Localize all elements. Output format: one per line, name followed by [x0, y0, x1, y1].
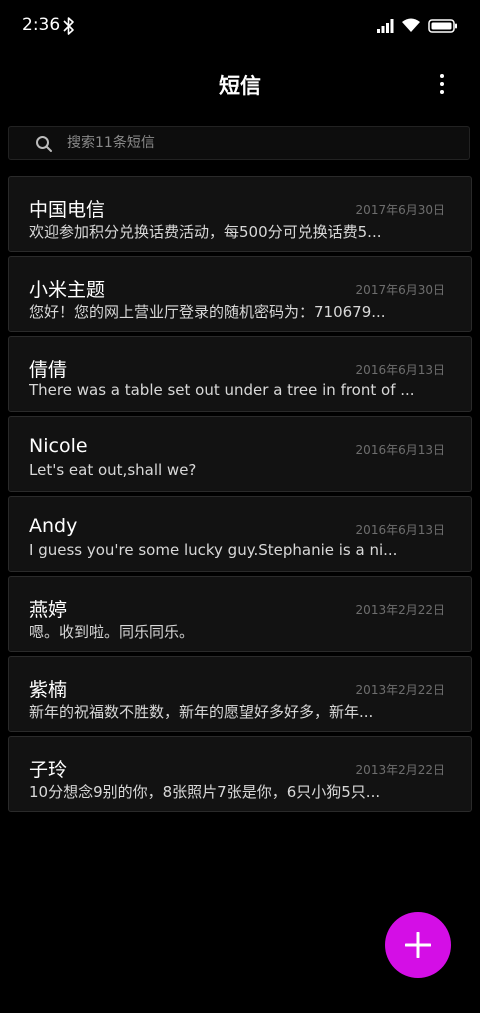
sender-name: Nicole	[29, 435, 88, 457]
sender-name: 小米主题	[29, 279, 106, 301]
message-date: 2017年6月30日	[355, 283, 445, 297]
message-preview: I guess you're some lucky guy.Stephanie …	[29, 541, 398, 559]
status-time: 2:36	[22, 15, 61, 35]
plus-icon	[405, 932, 431, 958]
message-preview: 新年的祝福数不胜数，新年的愿望好多好多，新年...	[29, 703, 374, 721]
message-list: 中国电信 2017年6月30日 欢迎参加积分兑换话费活动，每500分可兑换话费5…	[8, 176, 472, 816]
status-bar: 2:36	[0, 0, 480, 54]
battery-icon	[428, 18, 458, 33]
message-date: 2013年2月22日	[355, 763, 445, 777]
message-date: 2017年6月30日	[355, 203, 445, 217]
bluetooth-icon	[62, 16, 76, 36]
message-date: 2016年6月13日	[355, 523, 445, 537]
message-item[interactable]: 紫楠 2013年2月22日 新年的祝福数不胜数，新年的愿望好多好多，新年...	[8, 656, 472, 732]
page-title: 短信	[219, 74, 261, 98]
search-icon	[35, 135, 53, 153]
app-header: 短信	[0, 54, 480, 114]
message-item[interactable]: 小米主题 2017年6月30日 您好！您的网上营业厅登录的随机密码为：71067…	[8, 256, 472, 332]
sender-name: Andy	[29, 515, 78, 537]
sender-name: 紫楠	[29, 679, 68, 701]
more-options-button[interactable]	[426, 68, 458, 100]
signal-icon	[376, 18, 396, 34]
message-preview: 欢迎参加积分兑换话费活动，每500分可兑换话费5...	[29, 223, 382, 241]
message-item[interactable]: 倩倩 2016年6月13日 There was a table set out …	[8, 336, 472, 412]
new-message-button[interactable]	[385, 912, 451, 978]
message-preview: Let's eat out,shall we?	[29, 461, 197, 479]
sender-name: 燕婷	[29, 599, 68, 621]
sender-name: 倩倩	[29, 359, 68, 381]
wifi-icon	[401, 17, 421, 33]
sender-name: 子玲	[29, 759, 68, 781]
message-item[interactable]: 燕婷 2013年2月22日 嗯。收到啦。同乐同乐。	[8, 576, 472, 652]
message-preview: 嗯。收到啦。同乐同乐。	[29, 623, 195, 641]
message-date: 2016年6月13日	[355, 363, 445, 377]
message-preview: 10分想念9别的你，8张照片7张是你，6只小狗5只...	[29, 783, 381, 801]
search-input[interactable]	[67, 127, 447, 159]
message-item[interactable]: Nicole 2016年6月13日 Let's eat out,shall we…	[8, 416, 472, 492]
message-item[interactable]: Andy 2016年6月13日 I guess you're some luck…	[8, 496, 472, 572]
search-bar[interactable]	[8, 126, 470, 160]
message-date: 2016年6月13日	[355, 443, 445, 457]
message-item[interactable]: 子玲 2013年2月22日 10分想念9别的你，8张照片7张是你，6只小狗5只.…	[8, 736, 472, 812]
message-item[interactable]: 中国电信 2017年6月30日 欢迎参加积分兑换话费活动，每500分可兑换话费5…	[8, 176, 472, 252]
sender-name: 中国电信	[29, 199, 106, 221]
message-preview: 您好！您的网上营业厅登录的随机密码为：710679...	[29, 303, 386, 321]
message-preview: There was a table set out under a tree i…	[29, 381, 415, 399]
message-date: 2013年2月22日	[355, 603, 445, 617]
message-date: 2013年2月22日	[355, 683, 445, 697]
